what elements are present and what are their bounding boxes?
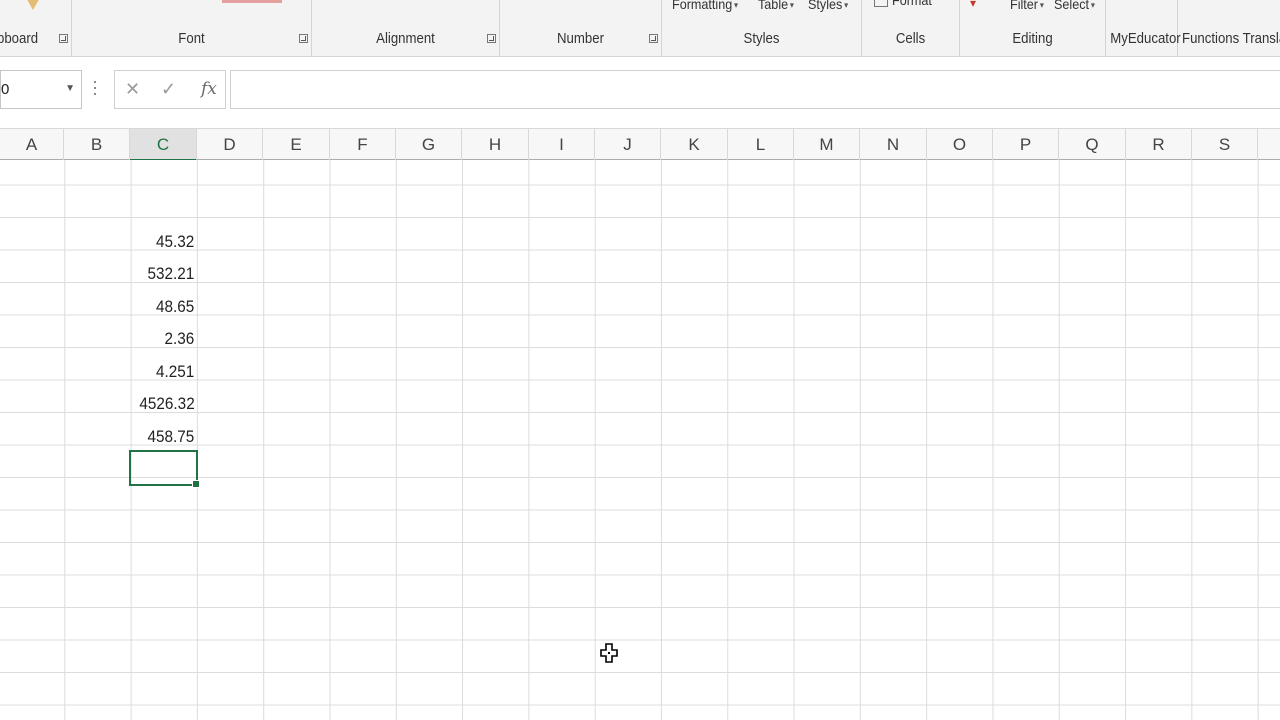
chevron-down-icon: ▾	[844, 0, 849, 10]
column-header-m[interactable]: M	[794, 129, 860, 160]
find-select-button[interactable]: Select ▾	[1054, 0, 1095, 12]
chevron-down-icon: ▾	[1039, 0, 1044, 10]
enter-icon[interactable]: ✓	[161, 79, 176, 100]
column-header-s[interactable]: S	[1192, 129, 1258, 160]
column-header-h[interactable]: H	[462, 129, 529, 160]
format-button[interactable]: Format	[892, 0, 932, 8]
name-box[interactable]: 0 ▼	[0, 70, 82, 109]
alignment-group-label: Alignment	[376, 30, 435, 47]
column-header-o[interactable]: O	[927, 129, 993, 160]
formula-bar-resize-handle[interactable]	[93, 81, 97, 99]
formula-bar: 0 ▼ ✕ ✓ fx	[0, 57, 1280, 128]
clipboard-group: pboard	[0, 0, 72, 56]
font-launcher-icon[interactable]	[299, 34, 308, 43]
cell-styles-button[interactable]: Styles ▾	[808, 0, 848, 12]
ribbon: pboard Font Alignment Number Formatting ▾…	[0, 0, 1280, 57]
cells-group-label: Cells	[895, 30, 926, 47]
sort-filter-button[interactable]: Filter ▾	[1010, 0, 1044, 12]
column-header-r[interactable]: R	[1126, 129, 1192, 160]
styles-group: Formatting ▾ Table ▾ Styles ▾ Styles	[662, 0, 862, 56]
cancel-icon[interactable]: ✕	[125, 79, 140, 100]
format-as-table-button[interactable]: Table ▾	[758, 0, 794, 12]
column-header-i[interactable]: I	[529, 129, 595, 160]
column-header-c[interactable]: C	[130, 129, 197, 161]
clipboard-launcher-icon[interactable]	[59, 34, 68, 43]
column-header-l[interactable]: L	[728, 129, 794, 160]
editing-group-label: Editing	[1012, 30, 1053, 47]
functions-translator-group: Functions Translat	[1178, 0, 1280, 56]
cell-c6[interactable]: 2.36	[139, 323, 197, 355]
column-header-k[interactable]: K	[661, 129, 728, 160]
column-header-e[interactable]: E	[263, 129, 330, 160]
cell-c3[interactable]: 45.32	[139, 226, 197, 258]
cell-select-cursor-icon	[600, 643, 618, 663]
chevron-down-icon: ▾	[734, 0, 739, 10]
styles-group-label: Styles	[743, 30, 780, 47]
functions-translator-group-label: Functions Translat	[1182, 30, 1280, 47]
worksheet-grid[interactable]: 45.32 532.21 48.65 2.36 4.251 4526.32 45…	[0, 160, 1280, 720]
formula-input[interactable]	[230, 70, 1280, 109]
column-header-f[interactable]: F	[330, 129, 396, 160]
number-group: Number	[500, 0, 662, 56]
number-launcher-icon[interactable]	[649, 34, 658, 43]
clipboard-group-label: pboard	[0, 30, 39, 47]
editing-group: Filter ▾ Select ▾ Editing	[960, 0, 1106, 56]
cell-c7[interactable]: 4.251	[139, 356, 197, 388]
alignment-group: Alignment	[312, 0, 500, 56]
active-cell-c10[interactable]	[129, 450, 200, 488]
column-header-p[interactable]: P	[993, 129, 1059, 160]
myeducator-group: MyEducator	[1106, 0, 1181, 56]
column-header-g[interactable]: G	[396, 129, 462, 160]
chevron-down-icon[interactable]: ▼	[65, 83, 75, 94]
name-box-value: 0	[1, 81, 10, 98]
column-header-n[interactable]: N	[860, 129, 927, 160]
cell-c9[interactable]: 458.75	[139, 421, 197, 453]
insert-function-icon[interactable]: fx	[201, 79, 217, 99]
column-header-j[interactable]: J	[595, 129, 661, 160]
fill-handle[interactable]	[192, 480, 200, 488]
column-header-b[interactable]: B	[64, 129, 130, 160]
cell-c5[interactable]: 48.65	[139, 291, 197, 323]
cells-group: Format Cells	[862, 0, 960, 56]
number-group-label: Number	[557, 30, 604, 47]
font-group: Font	[72, 0, 312, 56]
alignment-launcher-icon[interactable]	[487, 34, 496, 43]
myeducator-group-label: MyEducator	[1110, 30, 1181, 47]
column-header-a[interactable]: A	[0, 129, 64, 160]
column-headers: A B C D E F G H I J K L M N O P Q R S	[0, 128, 1280, 161]
formula-buttons: ✕ ✓ fx	[114, 70, 226, 109]
cell-c4[interactable]: 532.21	[139, 258, 197, 290]
font-group-label: Font	[178, 30, 205, 47]
cell-c8[interactable]: 4526.32	[139, 388, 197, 420]
conditional-formatting-button[interactable]: Formatting ▾	[672, 0, 738, 12]
column-header-q[interactable]: Q	[1059, 129, 1126, 160]
column-header-d[interactable]: D	[197, 129, 263, 160]
chevron-down-icon: ▾	[789, 0, 794, 10]
format-icon	[874, 0, 888, 7]
chevron-down-icon: ▾	[1090, 0, 1095, 10]
